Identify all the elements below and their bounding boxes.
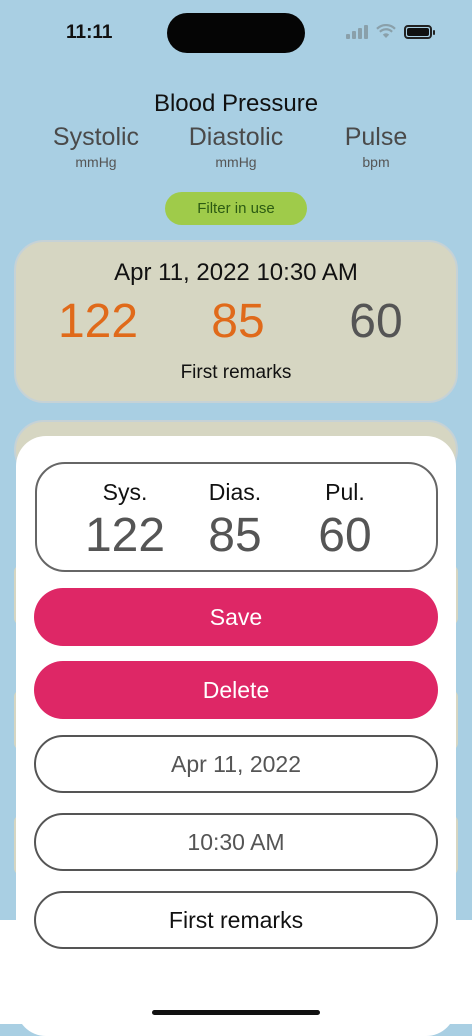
column-unit: bpm [362,154,390,170]
wifi-icon [376,24,396,39]
systolic-column-header: Systolic mmHg [26,123,166,170]
diastolic-column-header: Diastolic mmHg [166,123,306,170]
dias-label: Dias. [208,479,262,505]
column-unit: mmHg [215,154,257,170]
column-unit: mmHg [75,154,117,170]
filter-in-use-button[interactable]: Filter in use [165,192,307,225]
reading-systolic: 122 [57,295,139,348]
date-picker-button[interactable]: Apr 11, 2022 [34,735,438,793]
remarks-field[interactable]: First remarks [34,891,438,949]
pulse-column-header: Pulse bpm [306,123,446,170]
save-button[interactable]: Save [34,588,438,646]
reading-picker[interactable]: Sys. Dias. Pul. 122 85 60 [35,462,438,572]
reading-diastolic: 85 [211,295,265,348]
reading-card[interactable]: Apr 11, 2022 10:30 AM 122 85 60 First re… [14,240,458,403]
delete-button[interactable]: Delete [34,661,438,719]
reading-remarks: First remarks [180,362,292,383]
pul-value[interactable]: 60 [285,508,405,563]
app-title: Blood Pressure [153,90,319,117]
reading-datetime: Apr 11, 2022 10:30 AM [114,259,358,286]
sys-value[interactable]: 122 [65,508,185,563]
status-bar: 11:11 [0,0,472,60]
status-time: 11:11 [66,22,113,43]
reading-pulse: 60 [349,295,403,348]
sys-label: Sys. [102,479,148,505]
column-name: Diastolic [188,123,284,151]
column-name: Pulse [344,123,408,151]
status-icons [346,24,435,39]
battery-icon [404,25,435,39]
dias-value[interactable]: 85 [175,508,295,563]
time-picker-button[interactable]: 10:30 AM [34,813,438,871]
home-indicator[interactable] [152,1010,320,1015]
column-name: Systolic [52,123,140,151]
pul-label: Pul. [325,479,365,505]
cellular-signal-icon [346,24,368,39]
dynamic-island [167,13,305,53]
